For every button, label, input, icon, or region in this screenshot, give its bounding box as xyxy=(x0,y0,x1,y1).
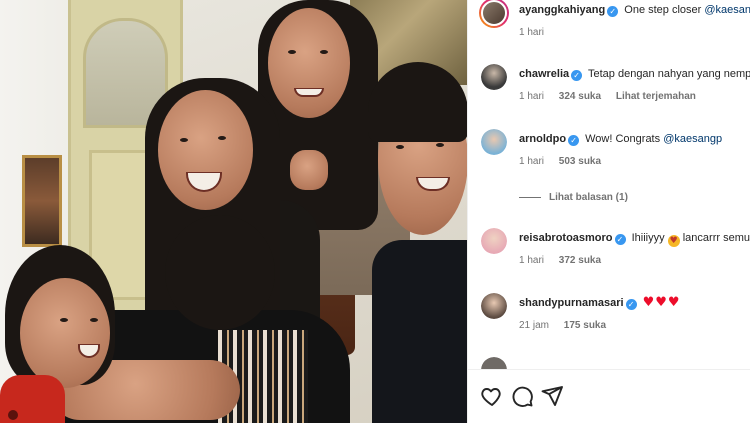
comment-text: reisabrotoasmoro ✓ Ihiiiyyy ♥ lancarrr se… xyxy=(519,231,750,247)
verified-icon: ✓ xyxy=(571,70,583,81)
post-photo[interactable] xyxy=(0,0,467,423)
comment-icon[interactable] xyxy=(510,384,534,408)
boy-hair xyxy=(165,215,275,330)
caption-mention[interactable]: @kaesangp xyxy=(704,4,750,16)
verified-icon: ✓ xyxy=(568,135,580,146)
comment-text: chawrelia ✓ Tetap dengan nahyan yang nemp… xyxy=(519,67,750,81)
comment-time[interactable]: 1 hari xyxy=(519,255,544,266)
verified-icon: ✓ xyxy=(614,234,626,245)
comment-mention[interactable]: @kaesangp xyxy=(663,133,722,145)
comment-meta: 1 hari 503 suka xyxy=(519,156,613,167)
comment-body: Wow! Congrats xyxy=(585,133,661,145)
comment-text: shandypurnamasari ✓ ♥♥♥ xyxy=(519,296,681,310)
comment-time[interactable]: 1 hari xyxy=(519,156,544,167)
woman-top-hand xyxy=(290,150,328,190)
comments-panel[interactable]: ayanggkahiyang✓ One step closer @kaesang… xyxy=(467,0,750,423)
commenter-avatar[interactable] xyxy=(481,64,507,90)
verified-icon: ✓ xyxy=(607,6,619,17)
caption-time[interactable]: 1 hari xyxy=(519,27,544,38)
caption-body: One step closer xyxy=(624,4,702,16)
comment-likes[interactable]: 372 suka xyxy=(559,255,601,266)
replies-divider xyxy=(519,196,541,198)
post-action-bar xyxy=(468,369,750,423)
comment-meta: 1 hari 324 suka Lihat terjemahan xyxy=(519,91,708,102)
comment-text: arnoldpo ✓ Wow! Congrats @kaesangp xyxy=(519,132,722,146)
commenter-avatar[interactable] xyxy=(481,129,507,155)
comment-meta: 1 hari 372 suka xyxy=(519,255,613,266)
heart-icon[interactable] xyxy=(480,384,504,408)
caption-text: ayanggkahiyang✓ One step closer @kaesang… xyxy=(519,3,750,17)
translate-link[interactable]: Lihat terjemahan xyxy=(616,91,696,102)
author-username[interactable]: ayanggkahiyang xyxy=(519,4,605,16)
heart-emojis: ♥♥♥ xyxy=(642,295,681,310)
share-icon[interactable] xyxy=(540,384,564,408)
comment-likes[interactable]: 324 suka xyxy=(559,91,601,102)
comment-time[interactable]: 21 jam xyxy=(519,320,549,331)
wall-portrait xyxy=(22,155,62,247)
comment-body-continued: lancarrr semuang xyxy=(682,232,750,244)
comment-username[interactable]: chawrelia xyxy=(519,68,569,80)
comment-username[interactable]: shandypurnamasari xyxy=(519,297,624,309)
verified-icon: ✓ xyxy=(625,299,637,310)
comment-time[interactable]: 1 hari xyxy=(519,91,544,102)
caption-meta: 1 hari xyxy=(519,27,556,38)
woman-left-face xyxy=(158,90,253,210)
commenter-avatar[interactable] xyxy=(481,293,507,319)
comment-body: Ihiiiyyy xyxy=(631,232,665,244)
comment-likes[interactable]: 175 suka xyxy=(564,320,606,331)
heart-eyes-emoji-icon: ♥ xyxy=(667,235,680,247)
view-replies-link[interactable]: Lihat balasan (1) xyxy=(519,192,628,203)
commenter-avatar[interactable] xyxy=(481,228,507,254)
comment-username[interactable]: reisabrotoasmoro xyxy=(519,232,613,244)
comment-meta: 21 jam 175 suka xyxy=(519,320,618,331)
man-body xyxy=(372,240,467,423)
comment-likes[interactable]: 503 suka xyxy=(559,156,601,167)
woman-top-face xyxy=(268,8,350,118)
comment-username[interactable]: arnoldpo xyxy=(519,133,566,145)
girl-face xyxy=(20,278,110,388)
author-avatar[interactable] xyxy=(479,0,509,28)
carousel-indicator[interactable] xyxy=(8,410,18,420)
view-replies-label: Lihat balasan (1) xyxy=(549,192,628,203)
comment-body: Tetap dengan nahyan yang nemplok xyxy=(588,68,750,80)
